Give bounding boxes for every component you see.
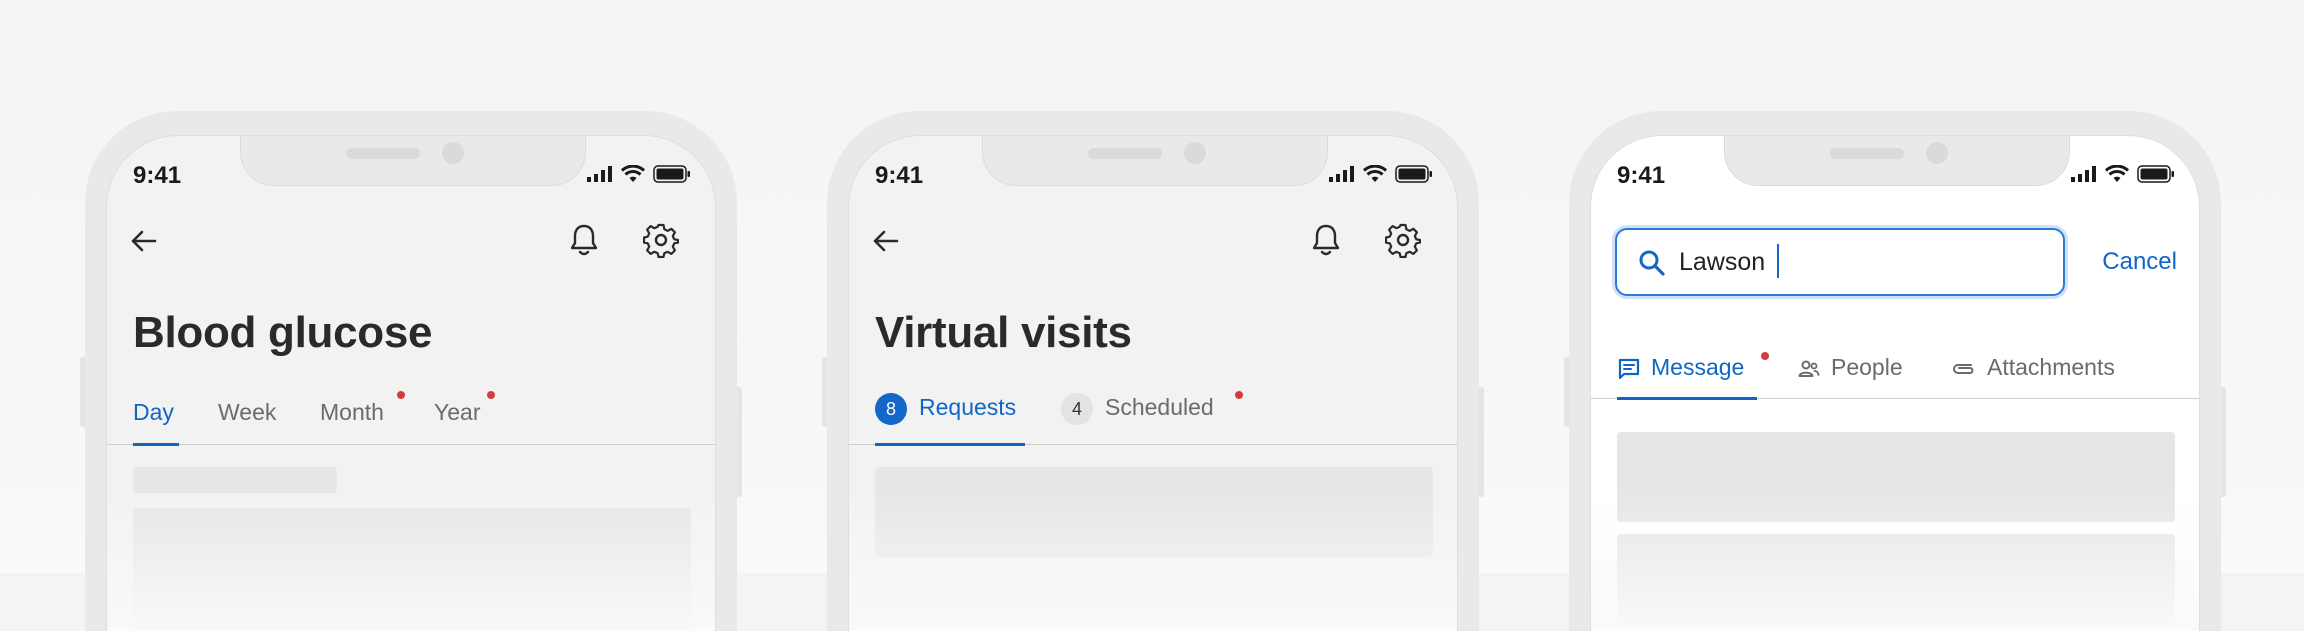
camera <box>1184 142 1206 164</box>
active-tab-indicator <box>133 443 179 446</box>
tab-bar: 8 Requests 4 Scheduled <box>849 369 1457 446</box>
notification-dot <box>397 391 405 399</box>
tab-day[interactable]: Day <box>133 399 174 426</box>
tab-label: Month <box>320 399 384 425</box>
tab-label: Message <box>1651 354 1745 380</box>
cancel-button[interactable]: Cancel <box>2102 248 2177 276</box>
tab-bar: Day Week Month Year <box>107 369 715 446</box>
wifi-icon <box>621 165 645 182</box>
top-actions <box>871 222 1435 266</box>
search-input[interactable]: Lawson <box>1615 228 2065 296</box>
signal-icon <box>587 166 612 182</box>
status-icons <box>2071 165 2175 183</box>
top-actions <box>129 222 693 266</box>
page-title: Blood glucose <box>133 308 433 357</box>
notch <box>982 136 1328 186</box>
notch <box>1724 136 2070 186</box>
notch <box>240 136 586 186</box>
tab-month[interactable]: Month <box>320 399 384 426</box>
notification-dot <box>1235 391 1243 399</box>
active-tab-indicator <box>875 443 1025 446</box>
tab-label: Week <box>218 399 277 425</box>
camera <box>1926 142 1948 164</box>
tab-label: Year <box>434 399 481 425</box>
phone-blood-glucose: 9:41 Blood glucose Day Week Month Year <box>80 111 742 631</box>
phone-virtual-visits: 9:41 Virtual visits 8 Requests 4 Scheduled <box>822 111 1484 631</box>
notification-dot <box>487 391 495 399</box>
speaker <box>346 148 420 159</box>
tab-year[interactable]: Year <box>434 399 480 426</box>
scheduled-count-badge: 4 <box>1061 393 1093 425</box>
tab-label: Attachments <box>1987 354 2115 380</box>
tab-requests[interactable]: 8 Requests <box>875 393 1016 425</box>
page-title: Virtual visits <box>875 308 1132 357</box>
tab-label: Scheduled <box>1105 394 1214 421</box>
active-tab-indicator <box>1617 397 1757 400</box>
wifi-icon <box>2105 165 2129 182</box>
back-arrow-icon[interactable] <box>871 226 901 256</box>
attachment-icon <box>1953 363 1974 374</box>
screen: 9:41 Blood glucose Day Week Month Year <box>106 135 716 631</box>
tab-label: Day <box>133 399 174 425</box>
search-icon <box>1639 250 1665 276</box>
battery-icon <box>2137 165 2174 183</box>
text-caret <box>1777 244 1779 278</box>
speaker <box>1830 148 1904 159</box>
message-icon <box>1618 358 1640 380</box>
speaker <box>1088 148 1162 159</box>
tab-scheduled[interactable]: 4 Scheduled <box>1061 393 1214 425</box>
phone-search: 9:41 Lawson Cancel Message People Attach… <box>1564 111 2226 631</box>
tab-label: Requests <box>919 394 1017 421</box>
back-arrow-icon[interactable] <box>129 226 159 256</box>
battery-icon <box>1395 165 1432 183</box>
loading-placeholder <box>133 508 691 631</box>
camera <box>442 142 464 164</box>
tab-people[interactable]: People <box>1797 354 1903 381</box>
screen: 9:41 Virtual visits 8 Requests 4 Scheduled <box>848 135 1458 631</box>
tab-week[interactable]: Week <box>218 399 276 426</box>
loading-placeholder <box>875 467 1433 557</box>
gear-icon[interactable] <box>1385 222 1421 258</box>
status-time: 9:41 <box>1617 162 1666 189</box>
requests-count-badge: 8 <box>875 393 907 425</box>
tab-attachments[interactable]: Attachments <box>1951 354 2115 381</box>
tab-message[interactable]: Message <box>1617 354 1744 381</box>
bell-icon[interactable] <box>567 222 601 258</box>
status-time: 9:41 <box>875 162 924 189</box>
notification-dot <box>1761 352 1769 360</box>
gear-icon[interactable] <box>643 222 679 258</box>
loading-placeholder <box>1617 534 2175 624</box>
bell-icon[interactable] <box>1309 222 1343 258</box>
signal-icon <box>1329 166 1354 182</box>
search-value: Lawson <box>1679 248 1766 276</box>
battery-icon <box>653 165 690 183</box>
status-icons <box>587 165 691 183</box>
screen: 9:41 Lawson Cancel Message People Attach… <box>1590 135 2200 631</box>
tab-bar: Message People Attachments <box>1591 330 2199 400</box>
loading-placeholder <box>133 467 337 493</box>
signal-icon <box>2071 166 2096 182</box>
loading-placeholder <box>1617 432 2175 522</box>
people-icon <box>1798 360 1820 377</box>
status-icons <box>1329 165 1433 183</box>
wifi-icon <box>1363 165 1387 182</box>
tab-label: People <box>1831 354 1903 380</box>
status-time: 9:41 <box>133 162 182 189</box>
